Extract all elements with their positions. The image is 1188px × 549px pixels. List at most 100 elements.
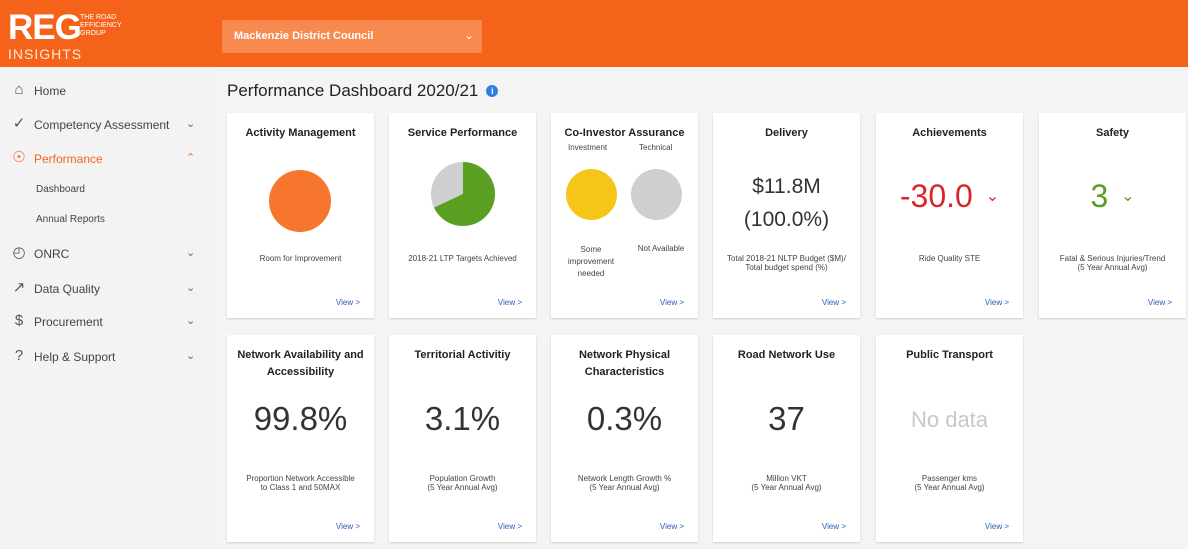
sidebar-item-label: Help & Support bbox=[34, 350, 116, 364]
dollar-icon: $ bbox=[14, 312, 24, 329]
achievements-value: -30.0 ⌄ bbox=[876, 178, 1023, 215]
sidebar-item-label: ONRC bbox=[34, 247, 70, 261]
card-co-investor-assurance[interactable]: Co-Investor Assurance Investment Technic… bbox=[551, 113, 698, 318]
card-value: 37 bbox=[768, 400, 805, 437]
view-link[interactable]: View > bbox=[1148, 298, 1172, 307]
investment-label: Investment bbox=[568, 143, 608, 152]
card-title: Achievements bbox=[912, 127, 987, 139]
card-title: Co-Investor Assurance bbox=[564, 127, 685, 139]
check-circle-icon: ✓ bbox=[12, 115, 26, 132]
delivery-desc-line1: Total 2018-21 NLTP Budget ($M)/ bbox=[727, 254, 846, 263]
card-title: Road Network Use bbox=[737, 349, 836, 361]
reg-insights-logo[interactable]: REG THE ROAD EFFICIENCY GROUP INSIGHTS bbox=[8, 8, 208, 63]
card-achievements[interactable]: Achievements -30.0 ⌄ Ride Quality STE Vi… bbox=[876, 113, 1023, 318]
view-link[interactable]: View > bbox=[336, 298, 360, 307]
view-link[interactable]: View > bbox=[822, 522, 846, 531]
sidebar-subitem-annual-reports[interactable]: Annual Reports bbox=[36, 214, 105, 225]
desc-line2: to Class 1 and 50MAX bbox=[260, 483, 341, 492]
chevron-up-icon: ⌃ bbox=[186, 152, 196, 164]
card-value: 3.1% bbox=[424, 400, 501, 437]
card-title: Service Performance bbox=[407, 127, 518, 139]
desc-line2: (5 Year Annual Avg) bbox=[589, 483, 660, 492]
card-title: Activity Management bbox=[245, 127, 356, 139]
card-title: Network Physical Characteristics bbox=[551, 347, 698, 381]
sidebar-item-label: Procurement bbox=[34, 315, 103, 329]
view-link[interactable]: View > bbox=[985, 298, 1009, 307]
investment-description: Some improvement needed bbox=[567, 245, 615, 278]
sidebar-item-label: Performance bbox=[34, 152, 103, 166]
card-network-physical[interactable]: Network Physical Characteristics 0.3% Ne… bbox=[551, 335, 698, 542]
view-link[interactable]: View > bbox=[498, 522, 522, 531]
card-activity-management[interactable]: Activity Management Room for Improvement… bbox=[227, 113, 374, 318]
card-network-availability[interactable]: Network Availability and Accessibility 9… bbox=[227, 335, 374, 542]
card-description: Total 2018-21 NLTP Budget ($M)/ Total bu… bbox=[717, 254, 856, 272]
sidebar: ⌂ Home ✓ Competency Assessment ⌄ ☉ Perfo… bbox=[0, 67, 212, 549]
card-value: 0.3% bbox=[586, 400, 663, 437]
card-public-transport[interactable]: Public Transport No data Passenger kms (… bbox=[876, 335, 1023, 542]
logo-subtitle: INSIGHTS bbox=[8, 46, 83, 62]
sidebar-item-label: Data Quality bbox=[34, 282, 101, 296]
view-link[interactable]: View > bbox=[822, 298, 846, 307]
card-safety[interactable]: Safety 3 ⌄ Fatal & Serious Injuries/Tren… bbox=[1039, 113, 1186, 318]
sidebar-item-home[interactable]: ⌂ Home bbox=[0, 75, 212, 107]
card-title-line2: Accessibility bbox=[266, 366, 335, 378]
view-link[interactable]: View > bbox=[660, 298, 684, 307]
chevron-down-icon: ⌄ bbox=[463, 28, 474, 42]
sidebar-item-performance[interactable]: ☉ Performance ⌃ bbox=[0, 143, 212, 175]
card-title: Public Transport bbox=[906, 349, 993, 361]
sidebar-subitem-dashboard[interactable]: Dashboard bbox=[36, 184, 85, 195]
card-description: Network Length Growth % (5 Year Annual A… bbox=[555, 474, 694, 492]
safety-value: 3 ⌄ bbox=[1039, 178, 1186, 215]
card-description: Population Growth (5 Year Annual Avg) bbox=[393, 474, 532, 492]
card-value: 99.8% bbox=[253, 400, 348, 437]
chevron-down-icon: ⌄ bbox=[186, 282, 196, 294]
card-title-line1: Network Availability and bbox=[237, 349, 364, 361]
card-delivery[interactable]: Delivery $11.8M (100.0%) Total 2018-21 N… bbox=[713, 113, 860, 318]
page-title-text: Performance Dashboard 2020/21 bbox=[227, 81, 479, 100]
view-link[interactable]: View > bbox=[336, 522, 360, 531]
award-icon: ☉ bbox=[12, 149, 26, 166]
card-territorial-activity[interactable]: Territorial Activitiy 3.1% Population Gr… bbox=[389, 335, 536, 542]
technical-label: Technical bbox=[639, 143, 673, 152]
card-title: Safety bbox=[1095, 127, 1130, 139]
logo-tagline: THE ROAD EFFICIENCY GROUP bbox=[80, 14, 150, 38]
card-title: Network Availability and Accessibility bbox=[227, 347, 374, 381]
trend-up-icon: ↗ bbox=[12, 279, 26, 296]
card-description: Million VKT (5 Year Annual Avg) bbox=[717, 474, 856, 492]
card-title: Territorial Activitiy bbox=[414, 349, 511, 361]
desc-line1: Population Growth bbox=[429, 474, 496, 483]
info-icon[interactable]: i bbox=[486, 85, 499, 97]
gauge-icon: ◴ bbox=[12, 244, 26, 261]
council-select[interactable]: Mackenzie District Council ⌄ bbox=[222, 20, 482, 53]
card-description: Fatal & Serious Injuries/Trend (5 Year A… bbox=[1043, 254, 1182, 272]
card-service-performance[interactable]: Service Performance 2018-21 LTP Targets … bbox=[389, 113, 536, 318]
technical-status-indicator bbox=[631, 169, 682, 220]
chevron-down-icon: ⌄ bbox=[186, 315, 196, 327]
desc-line2: (5 Year Annual Avg) bbox=[914, 483, 985, 492]
card-description: 2018-21 LTP Targets Achieved bbox=[408, 254, 517, 263]
chevron-down-icon: ⌄ bbox=[186, 350, 196, 362]
sidebar-item-help-support[interactable]: ? Help & Support ⌄ bbox=[0, 341, 212, 373]
sidebar-item-onrc[interactable]: ◴ ONRC ⌄ bbox=[0, 238, 212, 270]
main-content: Performance Dashboard 2020/21 i Activity … bbox=[212, 67, 1188, 549]
sidebar-item-data-quality[interactable]: ↗ Data Quality ⌄ bbox=[0, 273, 212, 305]
service-performance-pie bbox=[431, 162, 496, 226]
view-link[interactable]: View > bbox=[498, 298, 522, 307]
help-circle-icon: ? bbox=[14, 347, 24, 364]
sidebar-item-competency-assessment[interactable]: ✓ Competency Assessment ⌄ bbox=[0, 109, 212, 141]
sidebar-item-label: Competency Assessment bbox=[34, 118, 170, 132]
card-road-network-use[interactable]: Road Network Use 37 Million VKT (5 Year … bbox=[713, 335, 860, 542]
trend-down-icon: ⌄ bbox=[985, 188, 1000, 205]
card-title-line2: Characteristics bbox=[584, 366, 665, 378]
desc-line1: Network Length Growth % bbox=[577, 474, 672, 483]
card-value: No data bbox=[910, 407, 989, 432]
view-link[interactable]: View > bbox=[660, 522, 684, 531]
sidebar-item-label: Home bbox=[34, 84, 67, 98]
card-description: Ride Quality STE bbox=[918, 254, 981, 263]
logo-wordmark: REG bbox=[8, 8, 82, 47]
council-select-value: Mackenzie District Council bbox=[234, 30, 374, 42]
logo-tagline-line3: GROUP bbox=[80, 30, 106, 37]
sidebar-item-procurement[interactable]: $ Procurement ⌄ bbox=[0, 306, 212, 338]
card-description: Room for Improvement bbox=[259, 254, 342, 263]
view-link[interactable]: View > bbox=[985, 522, 1009, 531]
